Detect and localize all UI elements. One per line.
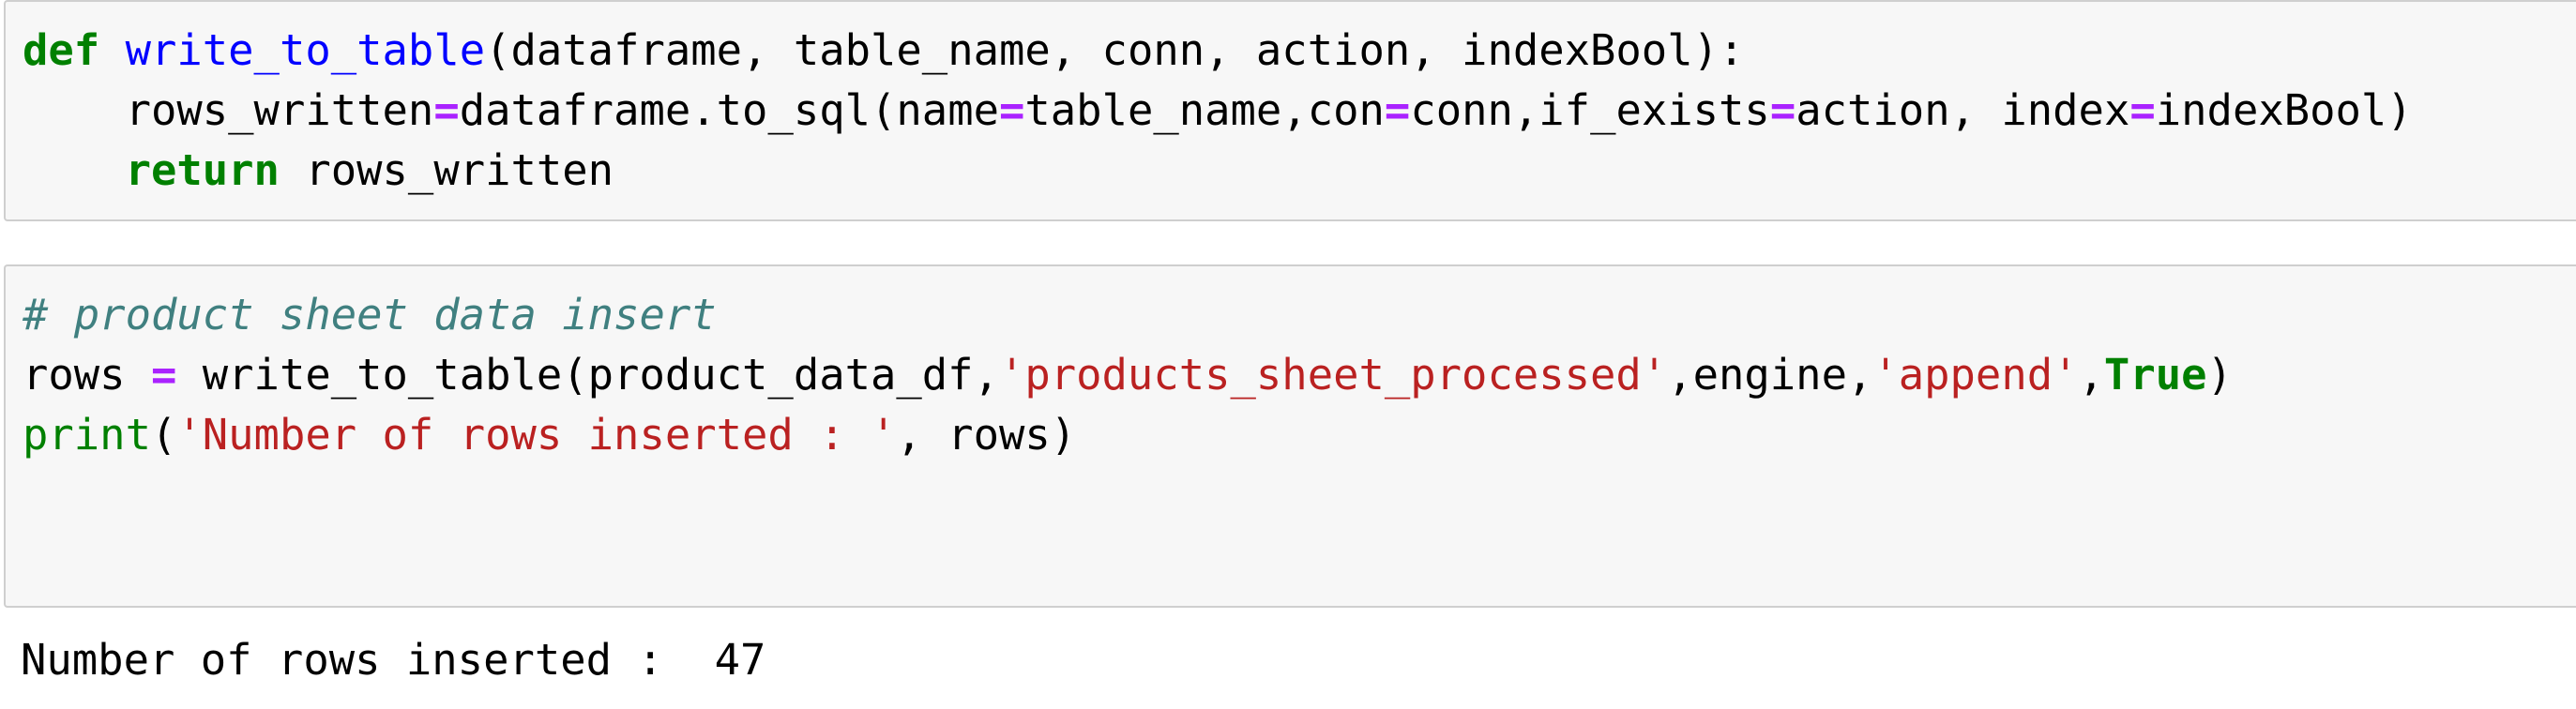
code-text: rows_written	[279, 145, 614, 195]
string-literal: 'Number of rows inserted : '	[176, 410, 897, 460]
assign-operator: =	[1769, 85, 1796, 135]
code-line: return rows_written	[23, 141, 614, 201]
code-line: print('Number of rows inserted : ', rows…	[23, 405, 1076, 465]
code-line: def write_to_table(dataframe, table_name…	[23, 21, 1744, 81]
code-cell-insert[interactable]: # product sheet data insert rows = write…	[4, 264, 2576, 608]
code-text: action, index	[1796, 85, 2130, 135]
code-line: rows = write_to_table(product_data_df,'p…	[23, 345, 2233, 405]
cell-output: Number of rows inserted : 47	[21, 635, 766, 685]
code-cell-function-def[interactable]: def write_to_table(dataframe, table_name…	[4, 0, 2576, 221]
assign-operator: =	[998, 85, 1025, 135]
code-text: indexBool)	[2155, 85, 2413, 135]
function-params: (dataframe, table_name, conn, action, in…	[485, 25, 1745, 75]
return-keyword: return	[125, 145, 280, 195]
string-literal: 'append'	[1872, 350, 2079, 400]
code-line: # product sheet data insert	[23, 285, 717, 345]
def-keyword: def	[23, 25, 100, 75]
code-text: )	[2206, 350, 2233, 400]
string-literal: 'products_sheet_processed'	[998, 350, 1668, 400]
variable-name: rows_written	[125, 85, 434, 135]
print-builtin: print	[23, 410, 151, 460]
function-name: write_to_table	[125, 25, 486, 75]
code-line: rows_written=dataframe.to_sql(name=table…	[23, 81, 2413, 141]
code-text: table_name,con	[1024, 85, 1385, 135]
code-text: write_to_table(product_data_df,	[176, 350, 999, 400]
true-keyword: True	[2103, 350, 2207, 400]
code-text: ,engine,	[1667, 350, 1873, 400]
code-text: ,	[2078, 350, 2104, 400]
code-text: conn,if_exists	[1410, 85, 1770, 135]
assign-operator: =	[150, 350, 177, 400]
assign-operator: =	[2129, 85, 2156, 135]
assign-operator: =	[433, 85, 460, 135]
code-comment: # product sheet data insert	[23, 290, 717, 339]
code-text: , rows)	[896, 410, 1077, 460]
variable-name: rows	[23, 350, 151, 400]
code-text: (	[150, 410, 177, 460]
assign-operator: =	[1384, 85, 1411, 135]
code-text: dataframe.to_sql(name	[459, 85, 999, 135]
